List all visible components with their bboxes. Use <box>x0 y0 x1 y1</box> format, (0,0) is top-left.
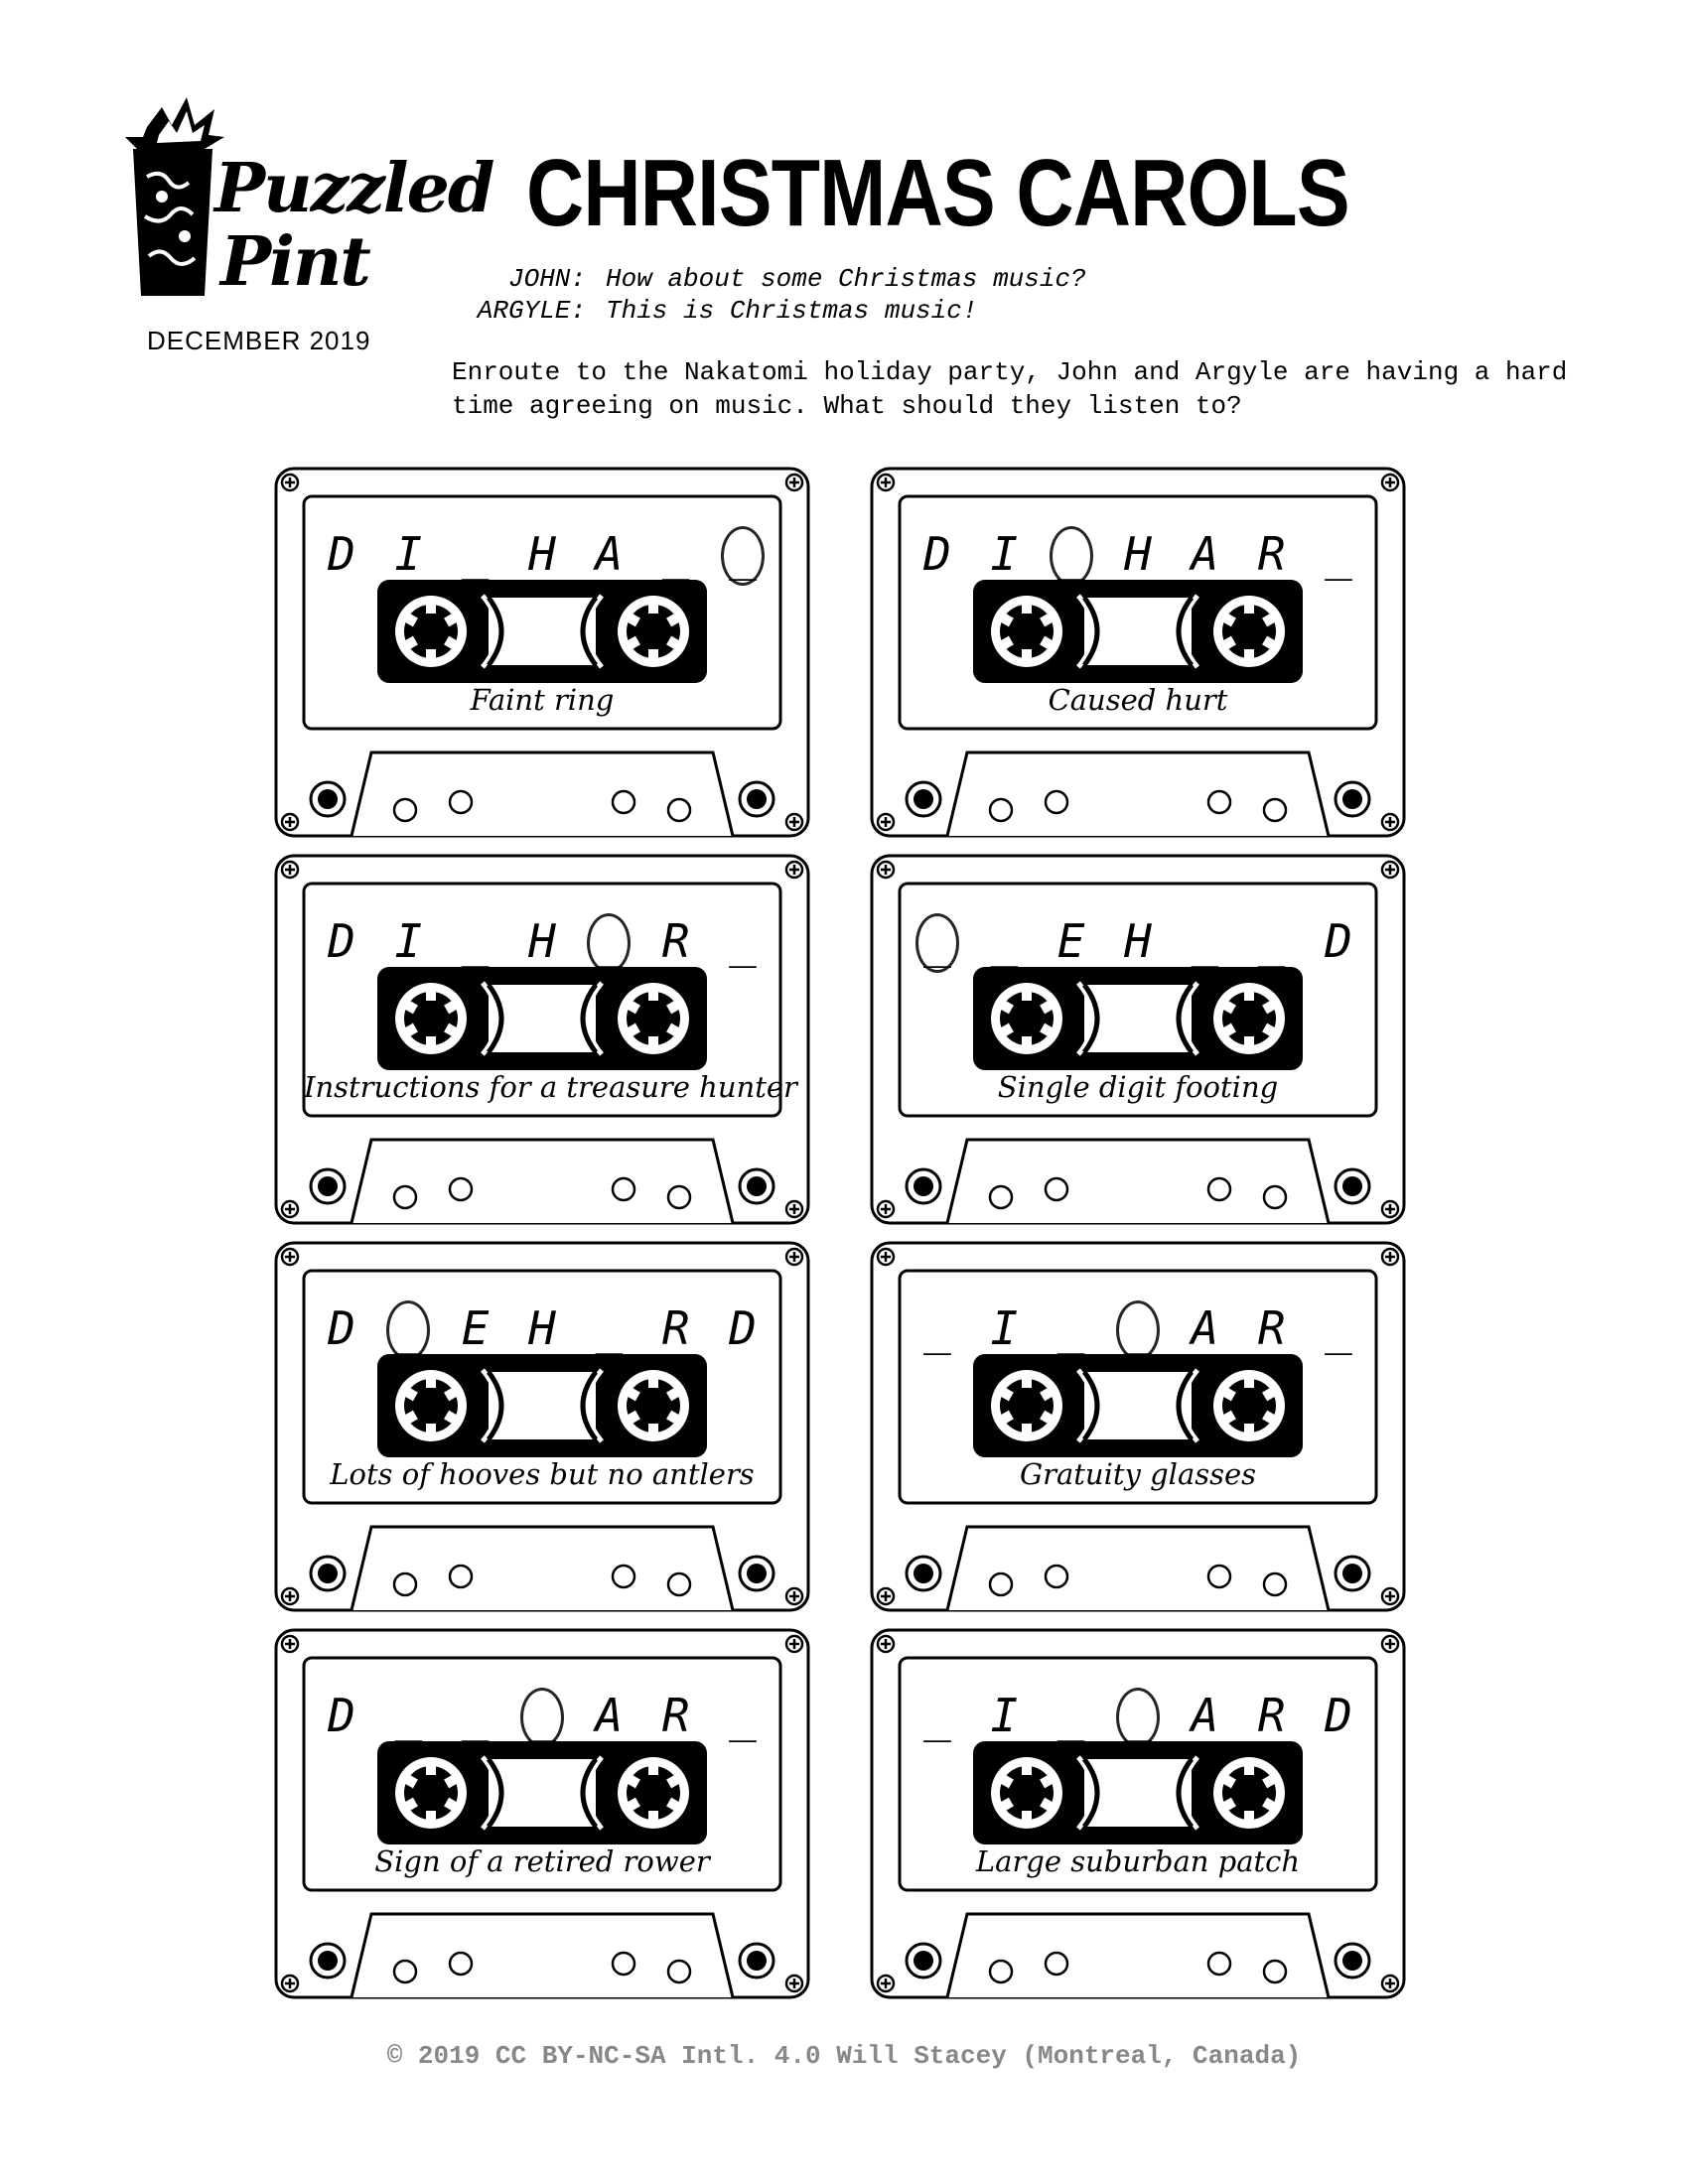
cassette-tape: D _ E H _ R D Lots of hooves but no antlers <box>274 1241 810 1612</box>
tape-letter: R <box>661 914 690 968</box>
tape-letter: _ <box>394 1689 423 1742</box>
tape-letter: A <box>595 527 624 581</box>
tape-letter: I <box>990 1301 1019 1355</box>
tape-letter: _ <box>461 1689 490 1742</box>
tape-letter: E <box>1056 914 1085 968</box>
tape-letter: D <box>328 527 355 581</box>
tape-letter: I <box>990 527 1019 581</box>
tape-letter: _ <box>1115 1684 1160 1747</box>
tape-letter: A <box>595 1689 624 1742</box>
tape-letter-row: _ I _ _ A R D <box>900 1678 1376 1747</box>
tape-letter: D <box>328 1689 355 1742</box>
tape-clue: Lots of hooves but no antlers <box>330 1457 755 1491</box>
tape-letter: D <box>1325 914 1352 968</box>
cassette-tape: _ I _ _ A R D Large suburban patch <box>870 1628 1406 1999</box>
tape-letter: H <box>528 914 556 968</box>
tape-letter: R <box>661 1689 690 1742</box>
tape-letter: _ <box>1049 522 1093 586</box>
tape-letter: A <box>1191 527 1219 581</box>
dialog-speaker: ARGYLE: <box>477 296 586 326</box>
puzzled-pint-logo: Puzzled Pint <box>117 97 494 355</box>
tape-letter: _ <box>729 914 757 968</box>
dialog-speaker: JOHN: <box>507 264 586 294</box>
tape-clue: Large suburban patch <box>975 1844 1301 1878</box>
tape-letter: _ <box>720 522 765 586</box>
tape-letter: _ <box>915 909 959 973</box>
dialog-text: This is Christmas music! <box>606 296 978 326</box>
event-month: DECEMBER 2019 <box>147 326 371 355</box>
tape-letter: H <box>528 527 556 581</box>
cassette-tape: _ _ E H _ _ D Single digit footing <box>870 854 1406 1225</box>
page-title: CHRISTMAS CAROLS <box>526 140 1350 246</box>
cassette-tape: _ I _ _ A R _ Gratuity glasses <box>870 1241 1406 1612</box>
tape-letter: H <box>1124 914 1152 968</box>
tape-letter: _ <box>1257 914 1286 968</box>
tape-letter: E <box>461 1301 490 1355</box>
tape-letter-row: D I _ H A _ _ <box>304 516 780 586</box>
tape-letter: _ <box>1191 914 1219 968</box>
tape-letter: D <box>328 914 355 968</box>
tape-letter: _ <box>990 914 1019 968</box>
tape-clue: Single digit footing <box>997 1070 1279 1104</box>
tape-letter: I <box>394 914 423 968</box>
tape-letter: I <box>394 527 423 581</box>
logo-word-pint: Pint <box>220 222 371 302</box>
tape-letter: _ <box>595 1301 624 1355</box>
tape-letter-row: D I _ H _ R _ <box>304 903 780 973</box>
tape-clue: Instructions for a treasure hunter <box>304 1070 797 1104</box>
tape-letter: H <box>1124 527 1152 581</box>
tape-letter: R <box>1257 1689 1286 1742</box>
intro-paragraph: Enroute to the Nakatomi holiday party, J… <box>452 357 1568 421</box>
tape-letter: A <box>1191 1301 1219 1355</box>
cassette-tape: D I _ H A _ _ Faint ring <box>274 467 810 838</box>
tape-letter: D <box>729 1301 757 1355</box>
tape-letter-row: D _ _ _ A R _ <box>304 1678 780 1747</box>
tape-letter: _ <box>923 1689 951 1742</box>
tape-letter: _ <box>587 909 632 973</box>
tape-clue: Gratuity glasses <box>1019 1457 1257 1491</box>
tape-letter: H <box>528 1301 556 1355</box>
cassette-tape: D _ _ _ A R _ Sign of a retired rower <box>274 1628 810 1999</box>
cassette-tape: D I _ H A R _ Caused hurt <box>870 467 1406 838</box>
tape-letter: _ <box>923 1301 951 1355</box>
tape-clue: Caused hurt <box>1048 683 1228 717</box>
tape-letter: R <box>661 1301 690 1355</box>
tape-letter: _ <box>729 1689 757 1742</box>
copyright-footer: © 2019 CC BY-NC-SA Intl. 4.0 Will Stacey… <box>386 2041 1302 2071</box>
tape-letter: _ <box>386 1297 431 1360</box>
tape-letter: R <box>1257 527 1286 581</box>
tape-letter-row: D I _ H A R _ <box>900 516 1376 586</box>
tape-letter: _ <box>1056 1689 1085 1742</box>
tape-letter: D <box>1325 1689 1352 1742</box>
tape-letter: I <box>990 1689 1019 1742</box>
tape-letter: _ <box>1056 1301 1085 1355</box>
tape-letter: _ <box>1325 1301 1352 1355</box>
tape-letter-row: _ _ E H _ _ D <box>900 903 1376 973</box>
tape-letter: R <box>1257 1301 1286 1355</box>
tape-letter: _ <box>1325 527 1352 581</box>
tape-letter: D <box>923 527 951 581</box>
tape-clue: Faint ring <box>470 683 615 717</box>
tape-letter: D <box>328 1301 355 1355</box>
cassette-tape: D I _ H _ R _ Instructions for a treasure hunte… <box>274 854 810 1225</box>
tape-letter: _ <box>661 527 690 581</box>
tape-letter-row: _ I _ _ A R _ <box>900 1291 1376 1360</box>
tape-letter-row: D _ E H _ R D <box>304 1291 780 1360</box>
tape-letter: _ <box>1115 1297 1160 1360</box>
logo-word-puzzled: Puzzled <box>214 149 494 228</box>
tape-clue: Sign of a retired rower <box>374 1844 710 1878</box>
dialog-text: How about some Christmas music? <box>606 264 1086 294</box>
tape-letter: A <box>1191 1689 1219 1742</box>
tape-letter: _ <box>461 527 490 581</box>
tape-letter: _ <box>519 1684 564 1747</box>
tape-letter: _ <box>461 914 490 968</box>
